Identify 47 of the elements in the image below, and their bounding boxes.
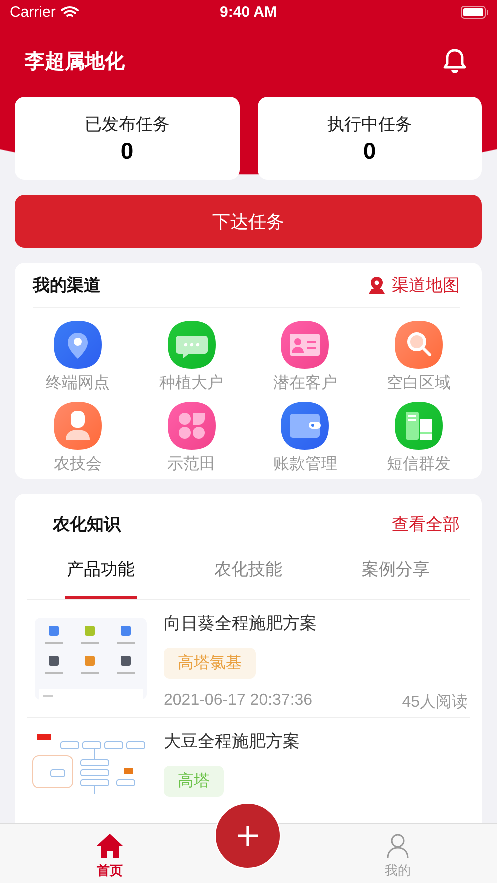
wifi-icon: [60, 6, 79, 19]
channel-label[interactable]: 终端网点: [46, 373, 110, 394]
house-icon: [96, 833, 124, 859]
pin-icon[interactable]: [54, 321, 102, 369]
profile-tab[interactable]: 我的: [379, 824, 417, 883]
chat-icon[interactable]: [168, 321, 216, 369]
person-icon: [386, 833, 410, 859]
bell-icon[interactable]: [443, 48, 467, 74]
section-title: 农化知识: [53, 514, 121, 536]
stat-value: 0: [363, 138, 376, 164]
map-pin-icon: [368, 276, 386, 294]
article-title[interactable]: 大豆全程施肥方案: [164, 730, 470, 753]
channel-label[interactable]: 账款管理: [273, 454, 338, 475]
stat-label: 已发布任务: [84, 114, 170, 136]
category-tab[interactable]: 农化技能: [212, 554, 284, 599]
category-tab[interactable]: 产品功能: [64, 554, 137, 599]
stat-value: 0: [120, 138, 134, 164]
page-title: 李超属地化: [25, 50, 125, 74]
stat-label: 执行中任务: [327, 114, 412, 136]
view-all-link[interactable]: 查看全部: [392, 512, 460, 536]
carrier-label: Carrier: [10, 4, 56, 21]
person-icon[interactable]: [54, 402, 102, 450]
product-tag: 高塔: [164, 766, 224, 797]
section-title: 我的渠道: [33, 274, 101, 296]
issue-task-button[interactable]: 下达任务: [15, 195, 482, 248]
id-card-icon[interactable]: [281, 321, 330, 369]
publish-date: 2021-06-17 20:37:36: [164, 692, 313, 711]
clover-icon[interactable]: [168, 402, 216, 450]
channel-label[interactable]: 空白区域: [387, 373, 452, 394]
wallet-icon[interactable]: [281, 402, 330, 450]
magnifier-icon[interactable]: [395, 321, 444, 369]
article-title[interactable]: 向日葵全程施肥方案: [164, 612, 470, 635]
channel-label[interactable]: 短信群发: [387, 454, 452, 475]
plus-icon: [237, 825, 259, 847]
stat-card[interactable]: 已发布任务 0: [15, 97, 240, 180]
clock-time: 9:40 AM: [220, 4, 277, 21]
product-tag: 高塔氯基: [164, 648, 256, 679]
channel-label[interactable]: 潜在客户: [273, 373, 338, 394]
channel-label[interactable]: 示范田: [168, 454, 216, 475]
home-tab[interactable]: 首页: [90, 824, 130, 883]
category-tab[interactable]: 案例分享: [360, 554, 432, 599]
channel-label[interactable]: 农技会: [54, 454, 102, 475]
battery-icon: [461, 6, 489, 19]
read-count: 45人阅读: [402, 692, 468, 713]
channel-label[interactable]: 种植大户: [160, 373, 224, 394]
stat-card[interactable]: 执行中任务 0: [258, 97, 482, 180]
channel-map-link[interactable]: 渠道地图: [368, 274, 460, 296]
